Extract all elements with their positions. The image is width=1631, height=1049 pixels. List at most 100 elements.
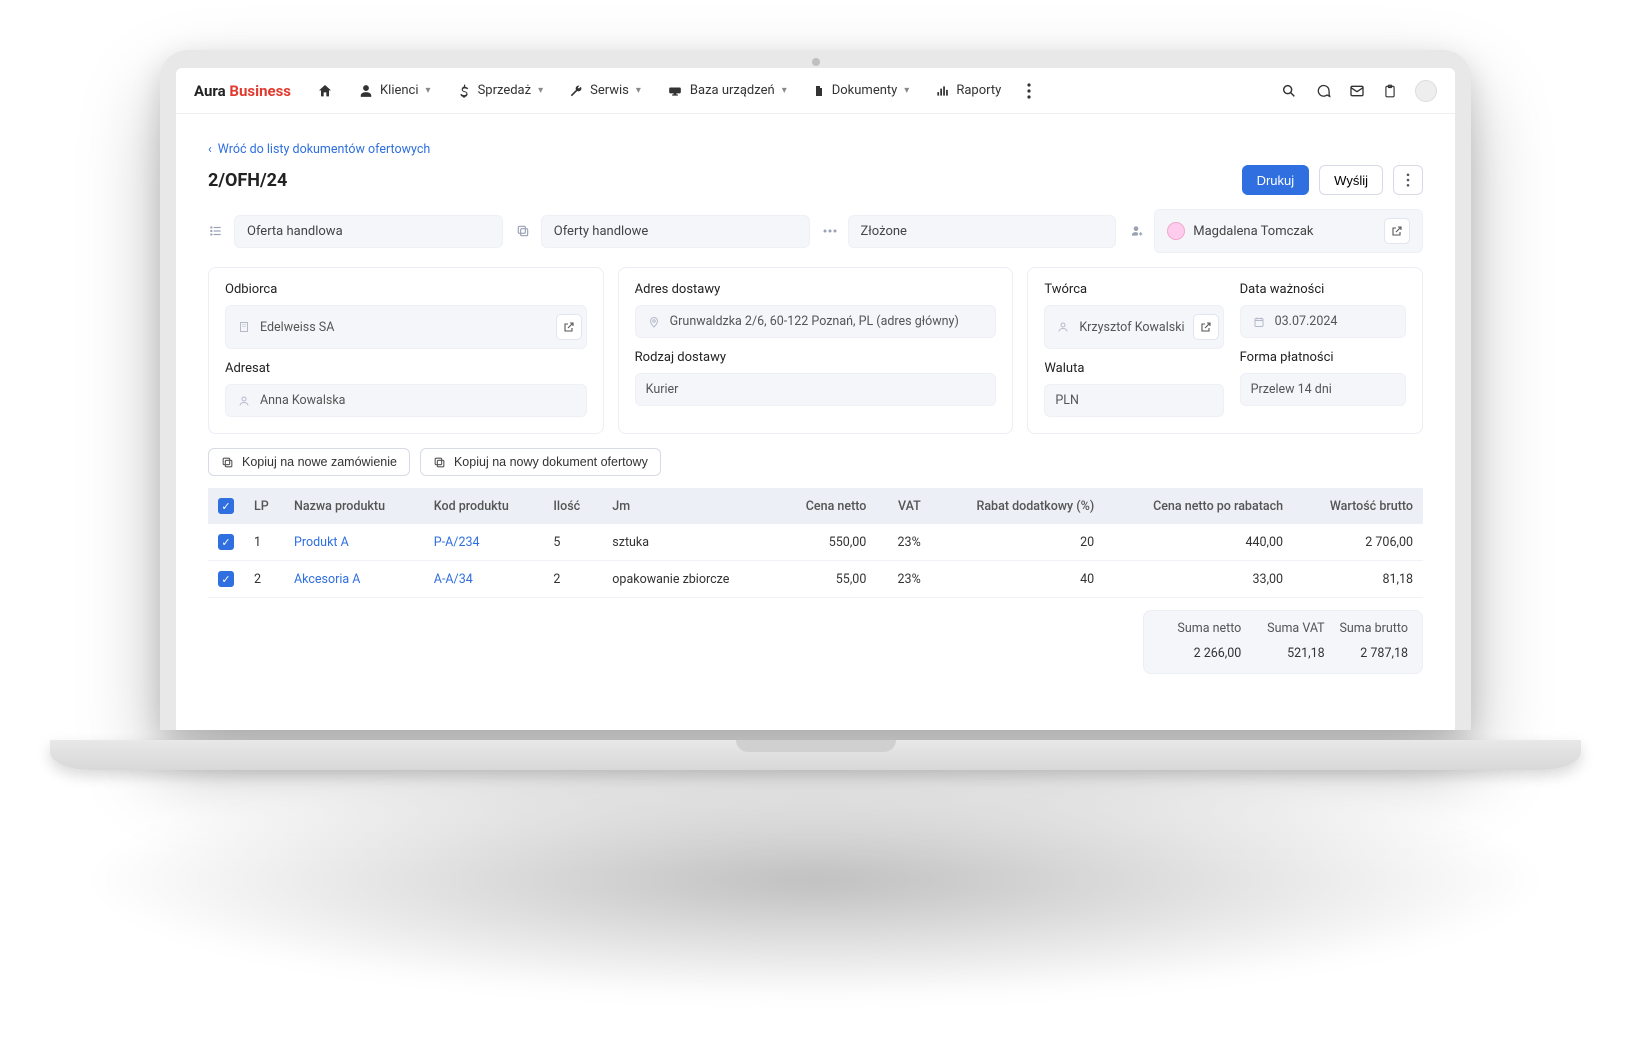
laptop-camera-dot	[812, 58, 820, 66]
more-menu-icon[interactable]	[1027, 83, 1031, 99]
delivery-panel: Adres dostawy Grunwaldzka 2/6, 60-122 Po…	[618, 267, 1014, 434]
doc-type-field[interactable]: Oferta handlowa	[234, 215, 503, 248]
product-code-link[interactable]: P-A/234	[424, 524, 544, 561]
chevron-down-icon: ▾	[426, 85, 431, 96]
person-outline-icon	[1055, 321, 1071, 333]
doc-status-field[interactable]: Złożone	[848, 215, 1117, 248]
product-link[interactable]: Produkt A	[284, 524, 424, 561]
device-icon	[667, 84, 683, 98]
chat-icon[interactable]	[1315, 83, 1331, 99]
delivery-addr-label: Adres dostawy	[635, 282, 997, 297]
delivery-addr-field[interactable]: Grunwaldzka 2/6, 60-122 Poznań, PL (adre…	[635, 305, 997, 338]
document-title: 2/OFH/24	[208, 170, 287, 191]
nav-dokumenty-label: Dokumenty	[832, 83, 898, 98]
totals-vat-label: Suma VAT	[1241, 621, 1324, 636]
person-assign-icon	[1128, 224, 1144, 238]
topbar: Aura Business Klienci ▾ Sprzedaż ▾	[176, 68, 1455, 114]
copy-to-offer-button[interactable]: Kopiuj na nowy dokument ofertowy	[420, 448, 661, 476]
user-avatar[interactable]	[1415, 80, 1437, 102]
back-link-label: Wróć do listy dokumentów ofertowych	[218, 142, 431, 157]
col-lp: LP	[244, 488, 284, 524]
chevron-down-icon: ▾	[538, 85, 543, 96]
col-code: Kod produktu	[424, 488, 544, 524]
recipient-person-label: Adresat	[225, 361, 587, 376]
currency-field[interactable]: PLN	[1044, 384, 1223, 417]
nav-serwis[interactable]: Serwis ▾	[569, 83, 641, 98]
table-row: ✓ 1 Produkt A P-A/234 5 sztuka 550,00 23…	[208, 524, 1423, 561]
nav-raporty[interactable]: Raporty	[935, 83, 1001, 98]
building-icon	[236, 321, 252, 333]
recipient-panel: Odbiorca Edelweiss SA Adresat	[208, 267, 604, 434]
recipient-person-field[interactable]: Anna Kowalska	[225, 384, 587, 417]
person-outline-icon	[236, 395, 252, 407]
nav-dokumenty[interactable]: Dokumenty ▾	[813, 83, 910, 98]
dollar-icon	[457, 84, 471, 98]
col-net-after: Cena netto po rabatach	[1104, 488, 1293, 524]
nav-baza-label: Baza urządzeń	[690, 83, 775, 98]
app-logo: Aura Business	[194, 82, 291, 100]
col-name: Nazwa produktu	[284, 488, 424, 524]
totals-net-label: Suma netto	[1158, 621, 1241, 636]
col-gross: Wartość brutto	[1293, 488, 1423, 524]
print-button[interactable]: Drukuj	[1242, 165, 1310, 195]
nav-baza-urzadzen[interactable]: Baza urządzeń ▾	[667, 83, 787, 98]
totals-box: Suma netto Suma VAT Suma brutto 2 266,00…	[1143, 610, 1423, 674]
creator-label: Twórca	[1044, 282, 1223, 297]
totals-gross-value: 2 787,18	[1325, 646, 1408, 661]
back-link[interactable]: ‹ Wróć do listy dokumentów ofertowych	[208, 142, 1423, 157]
nav-sprzedaz[interactable]: Sprzedaż ▾	[457, 83, 544, 98]
select-all-checkbox[interactable]: ✓	[218, 498, 234, 514]
copy-icon	[433, 456, 446, 469]
chart-icon	[935, 84, 949, 98]
totals-vat-value: 521,18	[1241, 646, 1324, 661]
owner-avatar	[1167, 222, 1185, 240]
chevron-left-icon: ‹	[208, 142, 212, 157]
recipient-company-field[interactable]: Edelweiss SA	[225, 305, 587, 349]
table-row: ✓ 2 Akcesoria A A-A/34 2 opakowanie zbio…	[208, 561, 1423, 598]
nav-sprzedaz-label: Sprzedaż	[478, 83, 532, 98]
payment-label: Forma płatności	[1240, 350, 1406, 365]
chevron-down-icon: ▾	[636, 85, 641, 96]
send-button[interactable]: Wyślij	[1319, 165, 1383, 195]
more-actions-button[interactable]	[1393, 165, 1423, 195]
payment-field[interactable]: Przelew 14 dni	[1240, 373, 1406, 406]
delivery-method-label: Rodzaj dostawy	[635, 350, 997, 365]
person-icon	[359, 84, 373, 98]
copy-icon	[515, 224, 531, 238]
search-icon[interactable]	[1281, 83, 1297, 99]
delivery-method-field[interactable]: Kurier	[635, 373, 997, 406]
document-icon	[813, 84, 825, 98]
totals-net-value: 2 266,00	[1158, 646, 1241, 661]
col-discount: Rabat dodatkowy (%)	[931, 488, 1104, 524]
home-icon[interactable]	[317, 83, 333, 99]
chevron-down-icon: ▾	[782, 85, 787, 96]
creator-field[interactable]: Krzysztof Kowalski	[1044, 305, 1223, 349]
list-icon	[208, 224, 224, 238]
doc-owner-field[interactable]: Magdalena Tomczak	[1154, 209, 1423, 253]
clipboard-icon[interactable]	[1383, 83, 1397, 99]
doc-group-field[interactable]: Oferty handlowe	[541, 215, 810, 248]
nav-serwis-label: Serwis	[590, 83, 629, 98]
row-checkbox[interactable]: ✓	[218, 571, 234, 587]
meta-panel: Twórca Krzysztof Kowalski Waluta	[1027, 267, 1423, 434]
col-net: Cena netto	[775, 488, 876, 524]
copy-icon	[221, 456, 234, 469]
open-owner-button[interactable]	[1384, 218, 1410, 244]
products-table: ✓ LP Nazwa produktu Kod produktu Ilość J…	[208, 488, 1423, 598]
calendar-icon	[1251, 316, 1267, 328]
recipient-company-label: Odbiorca	[225, 282, 587, 297]
mail-icon[interactable]	[1349, 83, 1365, 99]
product-link[interactable]: Akcesoria A	[284, 561, 424, 598]
currency-label: Waluta	[1044, 361, 1223, 376]
row-checkbox[interactable]: ✓	[218, 534, 234, 550]
copy-to-order-button[interactable]: Kopiuj na nowe zamówienie	[208, 448, 410, 476]
product-code-link[interactable]: A-A/34	[424, 561, 544, 598]
validity-field[interactable]: 03.07.2024	[1240, 305, 1406, 338]
col-vat: VAT	[876, 488, 930, 524]
nav-raporty-label: Raporty	[956, 83, 1001, 98]
nav-klienci[interactable]: Klienci ▾	[359, 83, 431, 98]
col-qty: Ilość	[543, 488, 602, 524]
open-recipient-button[interactable]	[556, 314, 582, 340]
validity-label: Data ważności	[1240, 282, 1406, 297]
open-creator-button[interactable]	[1193, 314, 1219, 340]
